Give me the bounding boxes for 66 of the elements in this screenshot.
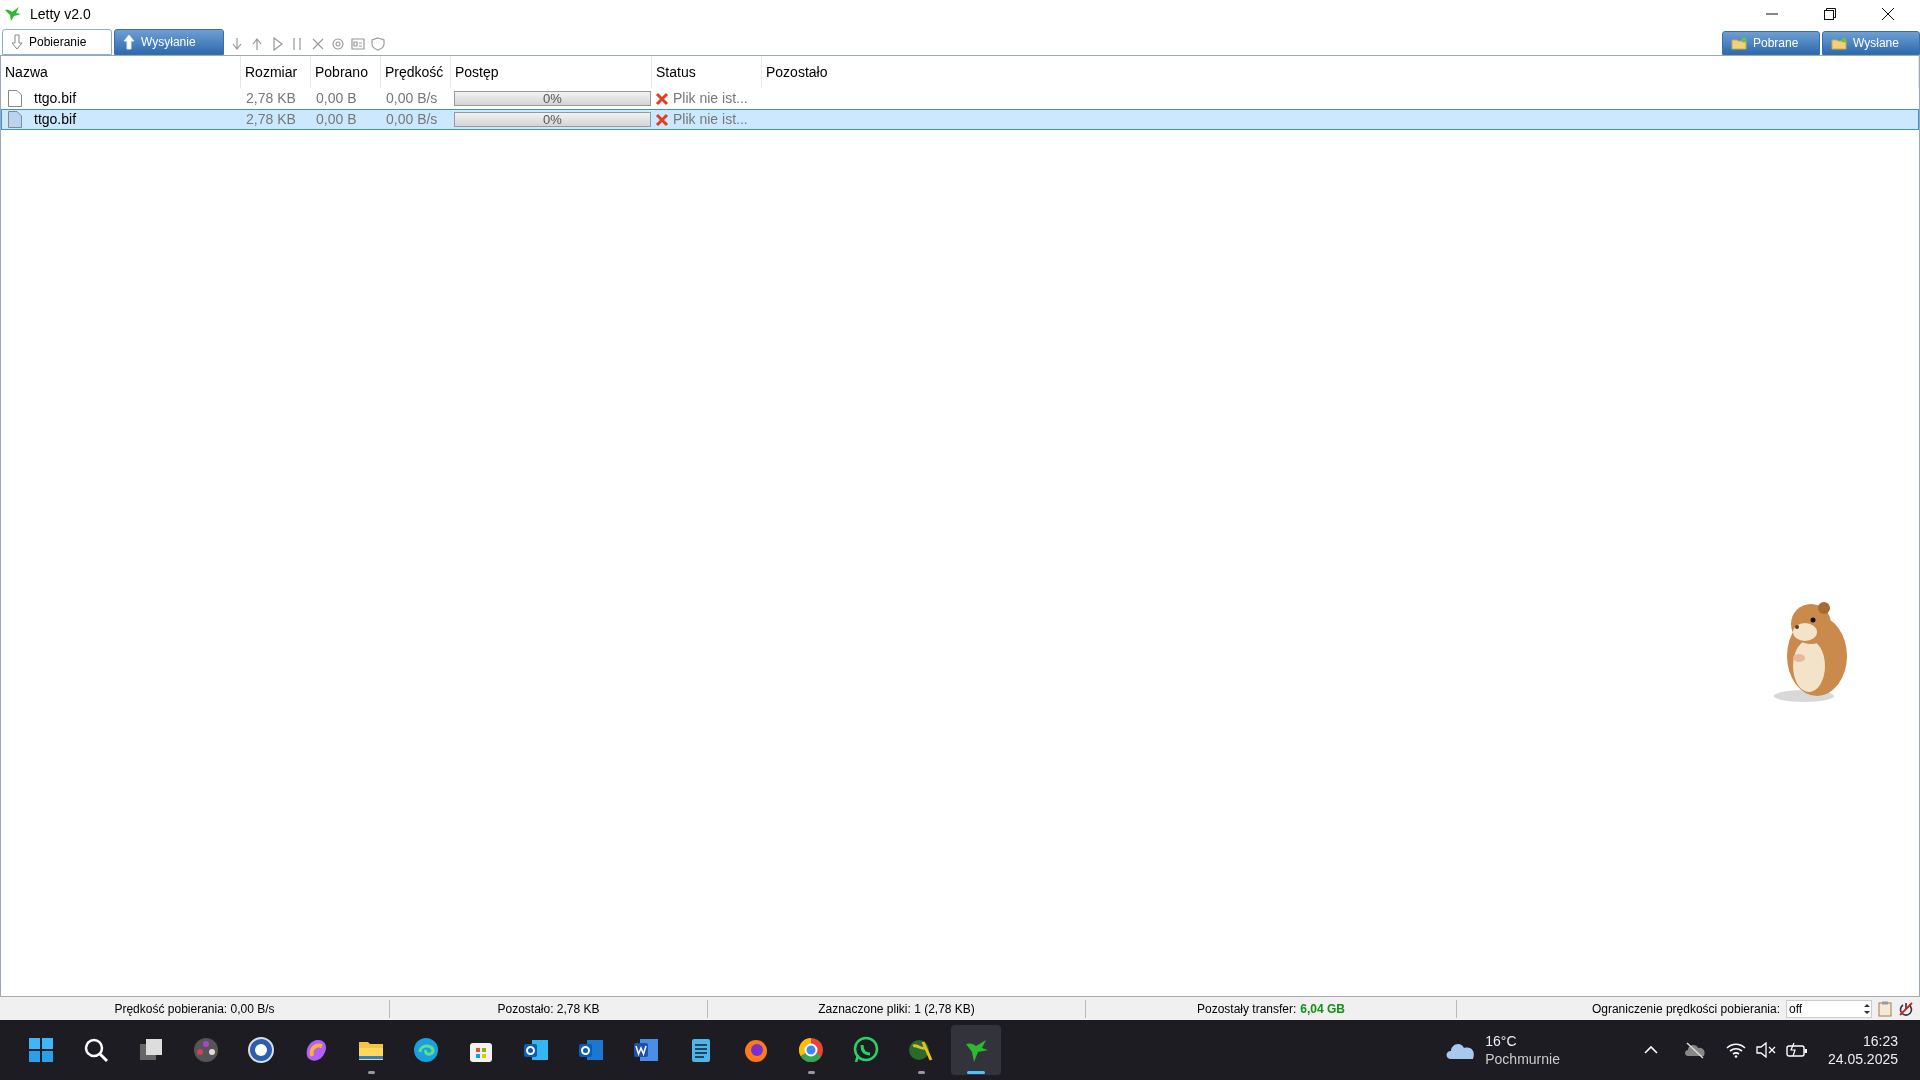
restore-icon[interactable] (1824, 8, 1836, 20)
column-header[interactable]: Rozmiar (245, 61, 298, 83)
folder-icon (1731, 36, 1747, 50)
status-text: Prędkość pobierania: 0,00 B/s (114, 1000, 275, 1018)
spinner-arrows-icon[interactable] (1863, 1001, 1871, 1016)
file-icon (8, 111, 22, 128)
up-arrow-icon (123, 34, 135, 50)
chat-icon (852, 1036, 880, 1064)
table-cell: 0,00 B (316, 90, 357, 106)
column-header[interactable]: Prędkość (385, 61, 444, 83)
file-name: ttgo.bif (34, 110, 77, 129)
file-name: ttgo.bif (34, 89, 77, 108)
table-cell: 0,00 B/s (386, 111, 438, 127)
table-cell: 0,00 B (316, 111, 357, 127)
clock-date[interactable]: 24.05.2025 (1827, 1050, 1898, 1068)
progress-text: 0% (543, 89, 562, 108)
chevron-up-icon[interactable] (1643, 1045, 1658, 1055)
status-text: Pozostało: 2,78 KB (497, 1000, 600, 1018)
wifi-icon[interactable] (1725, 1042, 1746, 1058)
clock-time[interactable]: 16:23 (1862, 1032, 1898, 1050)
search-icon (82, 1036, 110, 1064)
table-cell: 0,00 B/s (386, 90, 438, 106)
column-header[interactable]: Postęp (455, 61, 499, 83)
cross-icon[interactable] (310, 36, 326, 52)
battery-icon[interactable] (1785, 1042, 1808, 1058)
speaker-muted-icon[interactable] (1755, 1042, 1776, 1058)
power-off-icon[interactable] (1898, 1000, 1914, 1017)
column-header[interactable]: Status (656, 61, 696, 83)
table-cell: 2,78 KB (246, 111, 296, 127)
status-label: Ograniczenie prędkości pobierania: (1591, 1000, 1780, 1018)
column-header[interactable]: Pozostało (766, 61, 828, 83)
file-row[interactable]: ttgo.bif 2,78 KB 0,00 B 0,00 B/s 0% Plik nie ist... (1, 109, 1919, 130)
document-icon (632, 1036, 660, 1064)
column-header[interactable]: Pobrano (315, 61, 368, 83)
folder-tab[interactable]: Pobrane (1722, 31, 1820, 55)
status-value: 6,04 GB (1300, 1000, 1346, 1018)
shield-icon[interactable] (370, 36, 386, 52)
status-text: Plik nie ist... (673, 110, 748, 129)
column-header[interactable]: Nazwa (5, 61, 48, 83)
running-indicator (807, 1071, 815, 1074)
window-title: Letty v2.0 (30, 4, 91, 24)
start-icon (27, 1036, 55, 1064)
running-indicator (917, 1071, 925, 1074)
speed-limit-spinner[interactable]: off (1786, 999, 1872, 1018)
cross-icon (655, 112, 669, 127)
cross-icon (655, 91, 669, 106)
clipboard-icon[interactable] (1878, 1000, 1892, 1017)
file-row[interactable]: ttgo.bif 2,78 KB 0,00 B 0,00 B/s 0% Plik nie ist... (1, 88, 1919, 109)
folder-icon (1831, 36, 1847, 50)
close-icon[interactable] (1882, 8, 1894, 20)
status-label: Pozostały transfer: (1196, 1000, 1297, 1018)
file-icon (8, 90, 22, 107)
progress-text: 0% (543, 110, 562, 129)
folder-tab[interactable]: Wysłane (1822, 31, 1920, 55)
down-arrow-icon (11, 34, 23, 50)
running-indicator (967, 1071, 985, 1074)
table-cell: 2,78 KB (246, 90, 296, 106)
temperature: 16°C (1485, 1032, 1518, 1050)
status-text: Zaznaczone pliki: 1 (2,78 KB) (818, 1000, 975, 1018)
cloud-off-icon[interactable] (1683, 1041, 1706, 1059)
tab[interactable]: Wysyłanie (114, 29, 224, 55)
weather-condition: Pochmurnie (1485, 1050, 1560, 1068)
running-indicator (367, 1071, 375, 1074)
status-text: Plik nie ist... (673, 89, 748, 108)
tab[interactable]: Pobieranie (2, 29, 112, 55)
bird-icon (4, 6, 22, 22)
